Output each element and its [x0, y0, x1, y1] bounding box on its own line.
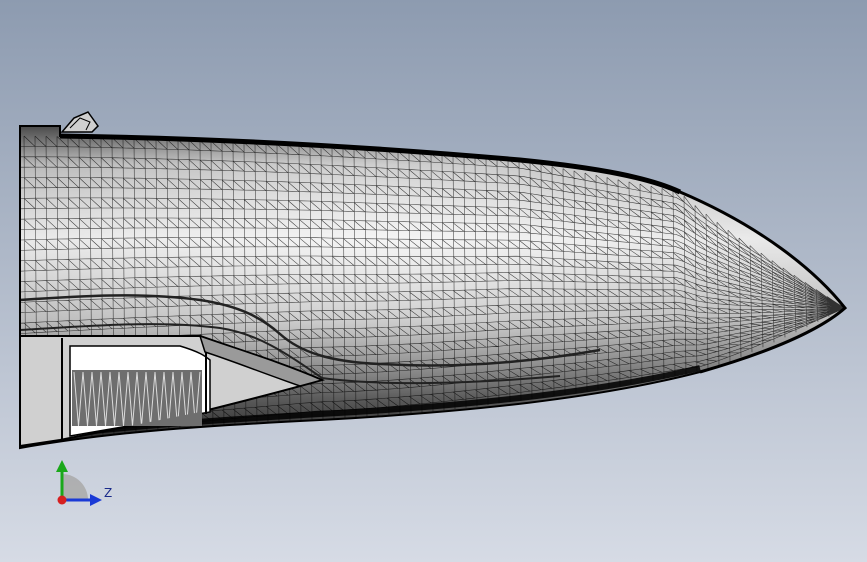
- triad-x-axis-dot: [57, 495, 67, 505]
- triad-z-label: Z: [104, 486, 112, 500]
- graphics-viewport[interactable]: Z: [0, 0, 867, 562]
- model-view[interactable]: Z: [0, 0, 867, 562]
